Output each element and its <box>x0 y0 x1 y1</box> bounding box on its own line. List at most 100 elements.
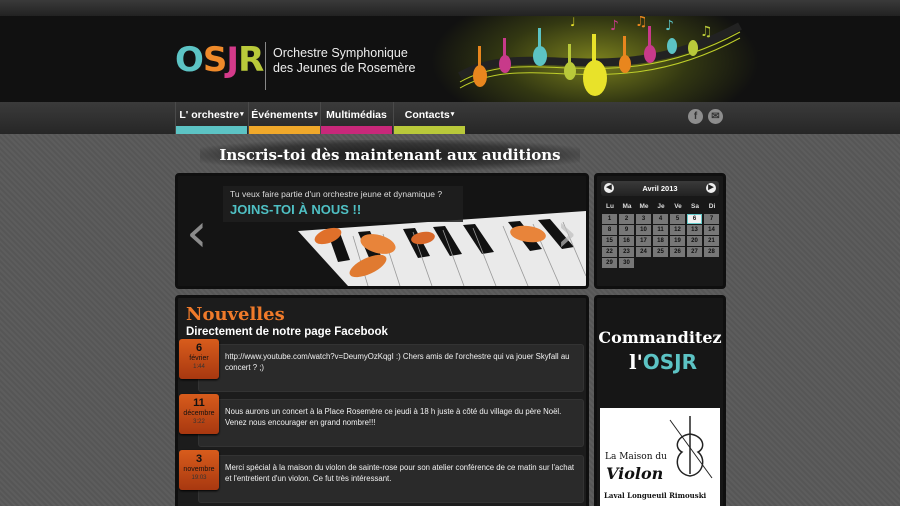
logo-line-2: des Jeunes de Rosemère <box>273 61 416 75</box>
logo-line-1: Orchestre Symphonique <box>273 46 408 60</box>
logo-letter-r: R <box>238 40 264 80</box>
post-month: novembre <box>183 466 215 473</box>
news-post[interactable]: 11 décembre 3:22 Nous aurons un concert … <box>179 394 584 447</box>
calendar-next-icon[interactable]: ▶ <box>706 183 716 193</box>
nav-label: Événements <box>251 109 314 121</box>
logo-letter-j: J <box>226 40 239 80</box>
calendar-day[interactable]: 10 <box>636 225 651 235</box>
calendar-day[interactable]: 30 <box>619 258 634 268</box>
post-time: 1:44 <box>193 364 205 370</box>
slide-question: Tu veux faire partie d'un orchestre jeun… <box>230 189 443 199</box>
weekday-label: Me <box>639 203 649 210</box>
chevron-down-icon: ▾ <box>314 111 318 118</box>
calendar-day[interactable]: 17 <box>636 236 651 246</box>
facebook-icon[interactable]: f <box>688 109 703 124</box>
slider-next-arrow-icon[interactable]: › <box>556 201 578 264</box>
hero-slider: Tu veux faire partie d'un orchestre jeun… <box>175 173 589 289</box>
calendar-day[interactable]: 13 <box>687 225 702 235</box>
weekday-label: Lu <box>606 203 614 210</box>
calendar-day[interactable]: 1 <box>602 214 617 224</box>
join-cta-link[interactable]: JOINS-TOI À NOUS !! <box>230 202 456 217</box>
post-time: 19:03 <box>191 475 207 481</box>
svg-text:♫: ♫ <box>635 16 648 30</box>
calendar-day[interactable]: 24 <box>636 247 651 257</box>
news-post[interactable]: 6 février 1:44 http://www.youtube.com/wa… <box>179 339 584 392</box>
site-logo[interactable]: OSJR <box>175 40 264 80</box>
nav-label: Multimédias <box>326 109 387 121</box>
nav-item-orchestre[interactable]: L' orchestre▾ <box>175 102 247 134</box>
calendar-day[interactable]: 27 <box>687 247 702 257</box>
weekday-label: Je <box>657 203 665 210</box>
chevron-down-icon: ▾ <box>450 111 455 118</box>
nav-color-bar <box>176 126 247 134</box>
calendar-day[interactable]: 4 <box>653 214 668 224</box>
news-subtitle: Directement de notre page Facebook <box>186 326 388 338</box>
weekday-label: Ve <box>674 203 682 210</box>
post-text: http://www.youtube.com/watch?v=DeumyOzKq… <box>225 352 570 372</box>
calendar-day[interactable]: 6 <box>687 214 702 224</box>
news-title: Nouvelles <box>186 304 285 325</box>
calendar-day[interactable]: 26 <box>670 247 685 257</box>
post-month: février <box>189 355 209 362</box>
calendar-day[interactable]: 22 <box>602 247 617 257</box>
calendar-day[interactable]: 7 <box>704 214 719 224</box>
calendar-prev-icon[interactable]: ◀ <box>604 183 614 193</box>
calendar-day[interactable]: 25 <box>653 247 668 257</box>
calendar-day[interactable]: 28 <box>704 247 719 257</box>
calendar-day[interactable]: 18 <box>653 236 668 246</box>
auditions-banner[interactable]: Inscris-toi dès maintenant aux auditions <box>200 140 580 170</box>
nav-item-contacts[interactable]: Contacts▾ <box>393 102 465 134</box>
nav-color-bar <box>394 126 465 134</box>
mail-icon[interactable]: ✉ <box>708 109 723 124</box>
post-text: Nous aurons un concert à la Place Rosemè… <box>225 407 562 427</box>
music-instruments-illustration: ♪ ♫ ♪ ♫ ♩ <box>458 16 742 96</box>
svg-text:♩: ♩ <box>570 16 576 29</box>
calendar-day[interactable]: 16 <box>619 236 634 246</box>
sponsor-logo-text: OSJR <box>642 350 697 374</box>
calendar-day[interactable]: 21 <box>704 236 719 246</box>
ad-line-3: Laval Longueuil Rimouski <box>604 491 707 500</box>
calendar-day[interactable]: 15 <box>602 236 617 246</box>
calendar-day[interactable]: 8 <box>602 225 617 235</box>
calendar-day[interactable]: 23 <box>619 247 634 257</box>
nav-label: L' orchestre <box>179 109 240 121</box>
ad-line-2: Violon <box>606 464 664 483</box>
post-time: 3:22 <box>193 419 205 425</box>
post-day: 3 <box>195 453 203 465</box>
main-nav: L' orchestre▾ Événements▾ Multimédias Co… <box>0 102 900 134</box>
calendar-day[interactable]: 11 <box>653 225 668 235</box>
calendar-widget: ◀ Avril 2013 ▶ Lu Ma Me Je Ve Sa Di 1234567891… <box>594 173 726 289</box>
nav-item-multimedias[interactable]: Multimédias <box>320 102 392 134</box>
calendar-day[interactable]: 14 <box>704 225 719 235</box>
nav-item-evenements[interactable]: Événements▾ <box>248 102 320 134</box>
sponsor-title: Commanditez <box>598 328 722 347</box>
weekday-label: Sa <box>691 203 699 210</box>
maison-du-violon-ad[interactable]: La Maison du Violon Laval Longueuil Rimo… <box>600 408 720 506</box>
sponsor-osjr-logo[interactable]: l'OSJR <box>613 350 713 374</box>
post-text: Merci spécial à la maison du violon de s… <box>225 463 575 483</box>
news-section: Nouvelles Directement de notre page Face… <box>175 295 589 506</box>
weekday-label: Di <box>708 203 716 210</box>
logo-letter-s: S <box>202 40 227 80</box>
calendar-day[interactable]: 3 <box>636 214 651 224</box>
slide-caption: Tu veux faire partie d'un orchestre jeun… <box>223 186 463 222</box>
calendar-day[interactable]: 9 <box>619 225 634 235</box>
date-badge: 6 février 1:44 <box>179 339 219 379</box>
calendar-day[interactable]: 20 <box>687 236 702 246</box>
svg-text:♪: ♪ <box>665 18 674 34</box>
date-badge: 3 novembre 19:03 <box>179 450 219 490</box>
news-post[interactable]: 3 novembre 19:03 Merci spécial à la mais… <box>179 450 584 503</box>
calendar-header: ◀ Avril 2013 ▶ <box>601 181 719 196</box>
svg-text:♪: ♪ <box>610 18 619 34</box>
sponsor-prefix: l' <box>629 350 643 374</box>
nav-color-bar <box>321 126 392 134</box>
post-month: décembre <box>183 410 215 417</box>
calendar-day[interactable]: 12 <box>670 225 685 235</box>
calendar-day[interactable]: 2 <box>619 214 634 224</box>
violin-icon <box>669 416 713 479</box>
calendar-day[interactable]: 29 <box>602 258 617 268</box>
slider-prev-arrow-icon[interactable]: ‹ <box>186 201 208 264</box>
logo-divider <box>265 42 266 90</box>
calendar-day[interactable]: 5 <box>670 214 685 224</box>
calendar-day[interactable]: 19 <box>670 236 685 246</box>
